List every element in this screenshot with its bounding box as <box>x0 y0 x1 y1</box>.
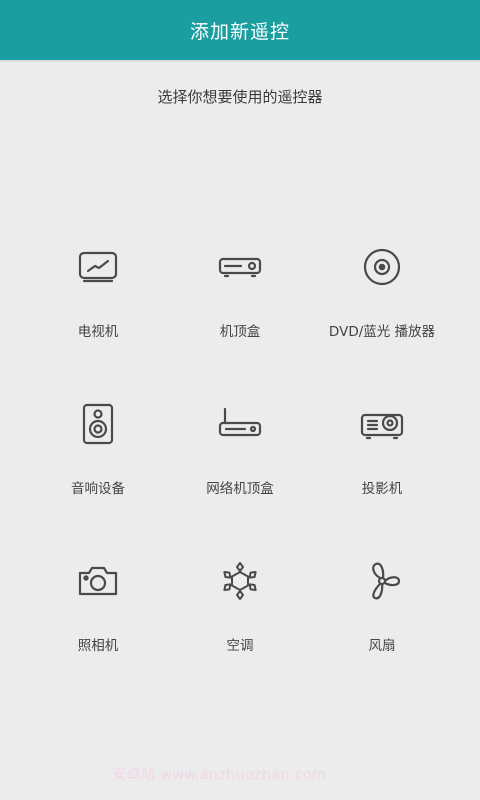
snowflake-icon <box>217 558 263 604</box>
camera-icon <box>75 558 121 604</box>
fan-icon <box>359 558 405 604</box>
device-label: 空调 <box>226 638 254 654</box>
set-top-box-icon <box>217 244 263 290</box>
device-tile-fan[interactable]: 风扇 <box>307 558 457 688</box>
tv-icon <box>75 244 121 290</box>
device-tile-set-top-box[interactable]: 机顶盒 <box>165 244 315 374</box>
device-grid: 电视机 机顶盒 DVD/蓝光 播放器 音响设备 网络机顶盒 投影机 照相机 空调… <box>0 0 480 800</box>
device-tile-speaker[interactable]: 音响设备 <box>23 401 173 531</box>
projector-icon <box>359 401 405 447</box>
device-tile-air-conditioner[interactable]: 空调 <box>165 558 315 688</box>
device-tile-dvd[interactable]: DVD/蓝光 播放器 <box>307 244 457 374</box>
device-tile-camera[interactable]: 照相机 <box>23 558 173 688</box>
device-tile-tv[interactable]: 电视机 <box>23 244 173 374</box>
device-label: 音响设备 <box>71 481 125 497</box>
device-label: 电视机 <box>77 324 119 340</box>
device-label: 投影机 <box>361 481 403 497</box>
speaker-icon <box>75 401 121 447</box>
device-tile-network-box[interactable]: 网络机顶盒 <box>165 401 315 531</box>
device-label: DVD/蓝光 播放器 <box>328 324 436 340</box>
device-label: 网络机顶盒 <box>206 481 274 497</box>
device-tile-projector[interactable]: 投影机 <box>307 401 457 531</box>
device-label: 风扇 <box>368 638 396 654</box>
device-label: 照相机 <box>77 638 119 654</box>
watermark-text: 安卓站 www.anzhuozhan.com <box>112 767 327 783</box>
router-icon <box>217 401 263 447</box>
disc-icon <box>359 244 405 290</box>
device-label: 机顶盒 <box>219 324 261 340</box>
